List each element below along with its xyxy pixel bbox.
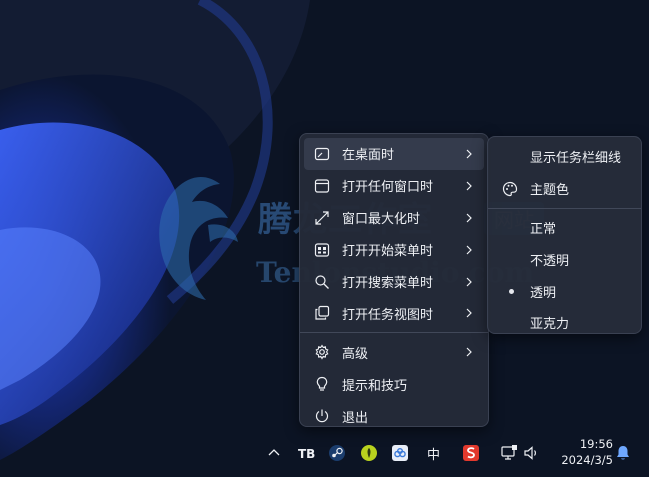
submenu-item-acrylic[interactable]: 亚克力 — [492, 307, 637, 339]
menu-item-label: 退出 — [342, 410, 369, 426]
submenu: 显示任务栏细线 主题色 正常 不透明 透明 亚克力 — [487, 136, 642, 334]
submenu-item-transparent[interactable]: 透明 — [492, 275, 637, 307]
submenu-item-opaque[interactable]: 不透明 — [492, 243, 637, 275]
chevron-up-icon[interactable] — [265, 444, 283, 462]
submenu-item-label: 主题色 — [530, 183, 570, 199]
submenu-item-label: 不透明 — [530, 253, 570, 269]
chevron-right-icon — [466, 213, 472, 223]
menu-item-advanced[interactable]: 高级 — [304, 336, 484, 368]
power-icon — [314, 408, 330, 424]
chevron-right-icon — [466, 277, 472, 286]
system-clock[interactable]: 19:56 2024/3/5 — [561, 436, 613, 468]
maximize-icon — [314, 210, 330, 226]
desktop-icon — [314, 146, 330, 162]
submenu-item-label: 正常 — [530, 221, 557, 237]
chevron-right-icon — [466, 181, 472, 191]
menu-item-label: 打开任何窗口时 — [342, 180, 434, 196]
search-icon — [314, 274, 330, 290]
submenu-item-label: 透明 — [530, 285, 557, 301]
submenu-item-normal[interactable]: 正常 — [492, 212, 637, 244]
menu-item-window-maximized[interactable]: 窗口最大化时 — [304, 202, 484, 234]
volume-icon[interactable] — [522, 444, 540, 462]
menu-item-search-menu[interactable]: 打开搜索菜单时 — [304, 266, 484, 298]
menu-item-label: 窗口最大化时 — [342, 212, 421, 228]
clock-time: 19:56 — [579, 437, 613, 451]
cloud-sync-icon[interactable] — [391, 444, 409, 462]
app-tray-icon[interactable] — [360, 444, 378, 462]
submenu-item-label: 显示任务栏细线 — [530, 151, 622, 167]
submenu-item-show-thin-line[interactable]: 显示任务栏细线 — [492, 141, 637, 173]
menu-item-tips[interactable]: 提示和技巧 — [304, 368, 484, 400]
selected-dot-icon — [509, 289, 514, 295]
translucenttb-icon[interactable]: TB — [297, 444, 315, 462]
palette-icon — [502, 181, 518, 196]
window-icon — [314, 178, 330, 194]
submenu-item-label: 亚克力 — [530, 317, 570, 333]
steam-icon[interactable] — [328, 444, 346, 462]
submenu-item-theme-color[interactable]: 主题色 — [492, 173, 637, 205]
menu-item-label: 在桌面时 — [342, 148, 395, 164]
start-menu-icon — [314, 242, 330, 258]
sogou-input-icon[interactable] — [462, 444, 480, 462]
gear-icon — [314, 344, 330, 360]
menu-item-label: 打开搜索菜单时 — [342, 276, 434, 291]
menu-separator — [300, 332, 488, 334]
menu-item-on-desktop[interactable]: 在桌面时 — [304, 138, 484, 170]
menu-item-label: 打开任务视图时 — [342, 307, 434, 323]
network-icon[interactable] — [500, 444, 518, 462]
submenu-separator — [488, 207, 641, 209]
menu-item-label: 提示和技巧 — [342, 378, 408, 394]
menu-item-start-menu[interactable]: 打开开始菜单时 — [304, 234, 484, 266]
menu-item-label: 高级 — [342, 346, 369, 362]
chevron-right-icon — [466, 347, 472, 357]
context-menu: 在桌面时 打开任何窗口时 窗口最大化时 打开开始菜单时 打开搜索菜单时 打开任务 — [299, 133, 489, 427]
svg-text:TB: TB — [298, 447, 315, 461]
menu-item-any-window[interactable]: 打开任何窗口时 — [304, 170, 484, 202]
lightbulb-icon — [314, 376, 330, 392]
menu-item-label: 打开开始菜单时 — [342, 244, 434, 260]
chevron-right-icon — [466, 149, 472, 159]
menu-item-task-view[interactable]: 打开任务视图时 — [304, 297, 484, 329]
chevron-right-icon — [466, 245, 472, 255]
notification-bell-icon[interactable] — [614, 444, 632, 462]
clock-date: 2024/3/5 — [561, 453, 613, 467]
chevron-right-icon — [466, 309, 472, 318]
task-view-icon — [314, 305, 330, 321]
taskbar: TB 中 19:56 2024/3/5 — [0, 427, 649, 477]
ime-indicator[interactable]: 中 — [427, 444, 440, 463]
